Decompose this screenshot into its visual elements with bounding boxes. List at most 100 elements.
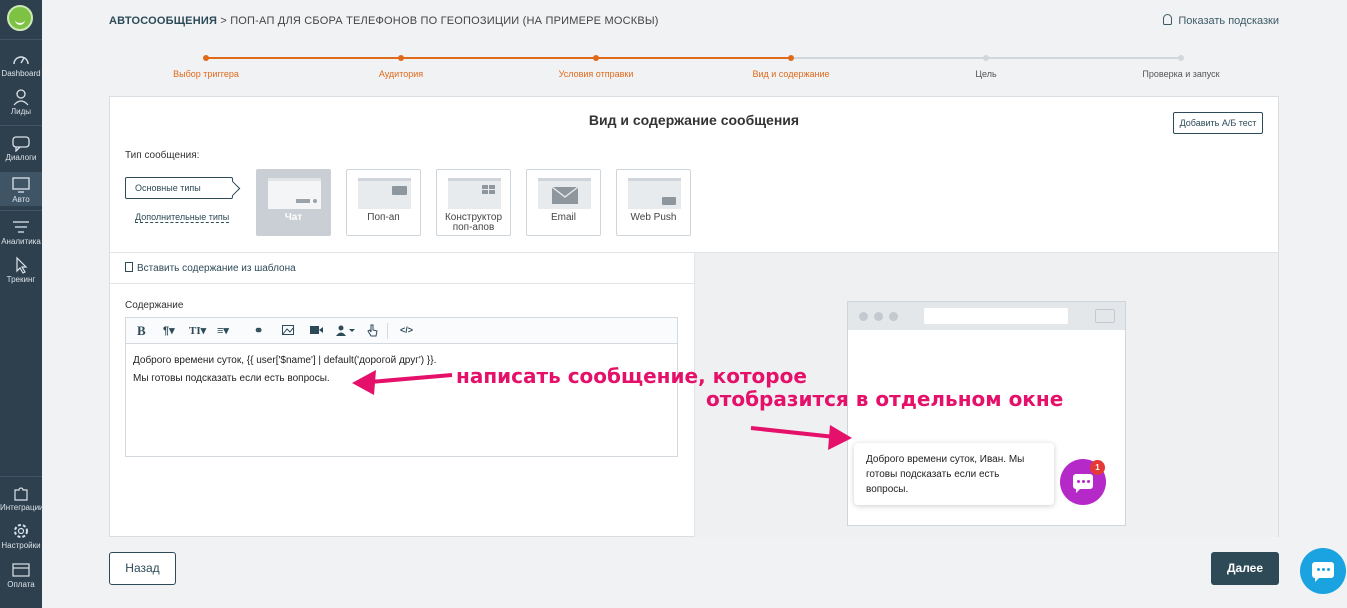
step-conditions[interactable]: Условия отправки [531,50,661,79]
wizard-steps: Выбор триггера Аудитория Условия отправк… [109,50,1279,80]
chat-preview-bubble: Доброго времени суток, Иван. Мы готовы п… [854,443,1054,505]
sidebar-divider [0,39,42,40]
sidebar-item-auto[interactable]: Авто [0,172,42,206]
sidebar-item-settings[interactable]: Настройки [0,522,42,550]
sidebar-item-label: Авто [12,195,30,204]
tile-label: Чат [284,212,303,223]
tab-extra-types[interactable]: Дополнительные типы [135,212,230,223]
image-icon[interactable] [282,325,294,338]
show-hints-link[interactable]: Показать подсказки [1163,14,1279,27]
sidebar-item-label: Трекинг [6,275,36,284]
step-label: Аудитория [378,69,424,79]
sidebar-item-billing[interactable]: Оплата [0,561,42,589]
step-dot [788,55,794,61]
sidebar-item-label: Лиды [10,107,32,116]
cursor-icon [11,256,31,274]
sidebar-item-dialogs[interactable]: Диалоги [0,134,42,162]
grid-preview-icon [448,178,501,209]
gauge-icon [11,50,31,68]
next-button[interactable]: Далее [1211,552,1279,585]
step-dot [983,55,989,61]
step-trigger[interactable]: Выбор триггера [141,50,271,79]
sidebar-item-tracking[interactable]: Трекинг [0,256,42,284]
page-title: Вид и содержание сообщения [588,112,800,128]
sidebar-item-analytics[interactable]: Аналитика [0,218,42,246]
code-view-icon[interactable]: </> [400,325,413,335]
user-variable-icon[interactable] [336,325,356,339]
type-tile-chat[interactable]: Чат [256,169,331,236]
step-label: Проверка и запуск [1142,69,1220,79]
editor-toolbar: B ¶▾ TI▾ ≡▾ ⚭ </> [126,318,677,344]
step-label: Условия отправки [558,69,634,79]
type-tile-webpush[interactable]: Web Push [616,169,691,236]
insert-template-link[interactable]: Вставить содержание из шаблона [125,262,296,274]
type-tile-popup[interactable]: Поп-ап [346,169,421,236]
type-tile-popup-builder[interactable]: Конструктор поп-апов [436,169,511,236]
puzzle-icon [11,484,31,502]
popup-preview-icon [358,178,411,209]
align-icon[interactable]: ≡▾ [217,324,229,337]
support-chat-button[interactable] [1300,548,1346,594]
chat-bubble-icon [1312,562,1334,582]
window-dot-icon [889,312,898,321]
paragraph-icon[interactable]: ¶▾ [163,324,175,337]
step-audience[interactable]: Аудитория [336,50,466,79]
tile-label: Email [550,212,576,223]
show-hints-label: Показать подсказки [1178,15,1279,27]
step-label: Выбор триггера [173,69,239,79]
funnel-icon [11,218,31,236]
tab-main-types[interactable]: Основные типы [125,177,233,199]
step-appearance[interactable]: Вид и содержание [726,50,856,79]
hand-pointer-icon[interactable] [367,324,378,340]
sidebar-divider [0,125,42,126]
browser-address-bar [924,308,1068,324]
insert-template-label: Вставить содержание из шаблона [137,263,296,274]
app-logo[interactable] [7,5,33,31]
step-goal[interactable]: Цель [921,50,1051,79]
sidebar: Dashboard Лиды Диалоги Авто Аналитика Тр… [0,0,44,608]
chat-icon [11,134,31,153]
text-size-icon[interactable]: TI▾ [189,324,206,337]
sidebar-item-label: Диалоги [5,153,37,162]
window-dot-icon [859,312,868,321]
step-label: Вид и содержание [752,69,830,79]
step-dot [1178,55,1184,61]
sidebar-item-dashboard[interactable]: Dashboard [0,50,42,78]
add-ab-test-button[interactable]: Добавить А/Б тест [1173,112,1263,134]
sidebar-item-integrations[interactable]: Интеграции [0,484,44,512]
breadcrumb: АВТОСООБЩЕНИЯ > ПОП-АП ДЛЯ СБОРА ТЕЛЕФОН… [109,15,659,27]
browser-toolbar [848,302,1125,330]
envelope-icon [538,178,591,209]
breadcrumb-root-link[interactable]: АВТОСООБЩЕНИЯ [109,15,217,27]
bold-icon[interactable]: B [137,323,146,339]
sidebar-item-label: Аналитика [1,237,41,246]
gear-icon [11,522,31,540]
step-dot [203,55,209,61]
monitor-icon [11,176,31,194]
tabs-icon [1095,309,1115,323]
window-dot-icon [874,312,883,321]
link-icon[interactable]: ⚭ [254,324,263,337]
chat-bubble-icon [1073,474,1093,493]
message-type-label: Тип сообщения: [125,150,200,161]
sidebar-item-label: Dashboard [1,69,41,78]
step-dot [398,55,404,61]
sidebar-divider [0,476,42,477]
tile-label: Поп-ап [367,212,400,223]
annotation-text: отобразится в отдельном окне [706,387,1064,411]
video-icon[interactable] [310,325,323,338]
chat-preview-icon [268,178,321,209]
sidebar-item-leads[interactable]: Лиды [0,88,42,116]
type-tile-email[interactable]: Email [526,169,601,236]
annotation-text: написать сообщение, которое [456,364,807,388]
divider [110,283,694,284]
people-icon [11,88,31,106]
toolbar-separator [387,323,388,339]
sidebar-divider [0,210,42,211]
step-review[interactable]: Проверка и запуск [1116,50,1246,79]
content-card: Вид и содержание сообщения Добавить А/Б … [109,96,1279,537]
back-button[interactable]: Назад [109,552,176,585]
sidebar-item-label: Настройки [1,541,41,550]
tile-label: Web Push [630,212,677,223]
sidebar-item-label: Интеграции [0,503,44,512]
